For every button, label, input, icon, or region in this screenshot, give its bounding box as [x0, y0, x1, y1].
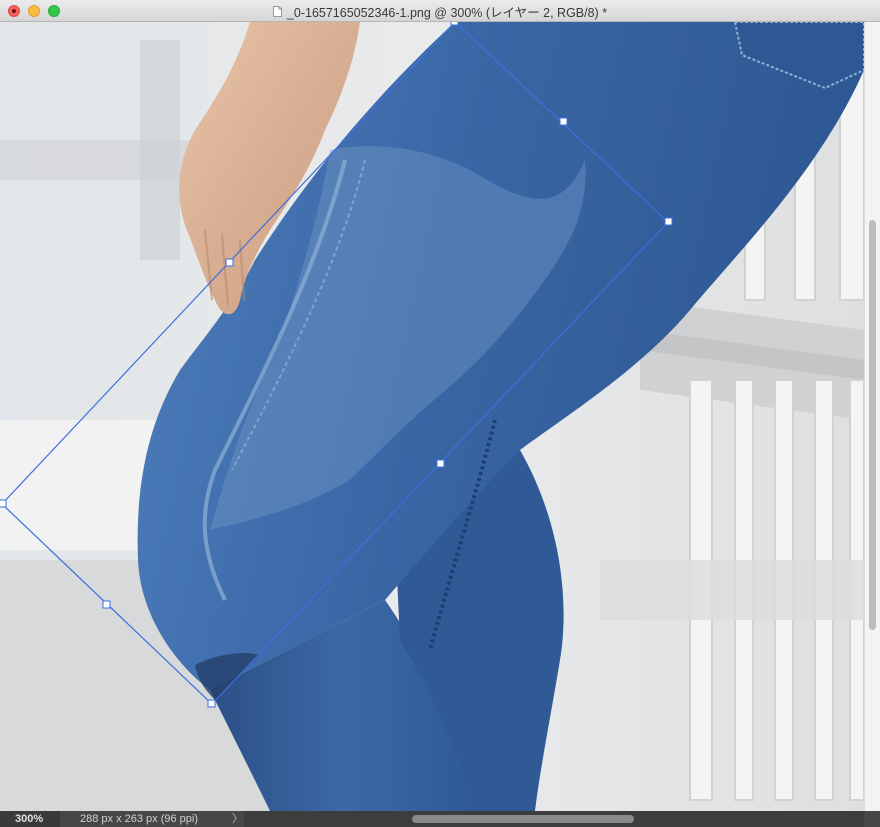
transform-handle-right[interactable]: [664, 217, 673, 226]
window-title: _0-1657165052346-1.png @ 300% (レイヤー 2, R…: [286, 5, 608, 20]
status-bar: 300% 288 px x 263 px (96 ppi) 〉: [0, 811, 880, 827]
photo-canvas[interactable]: [0, 22, 864, 811]
transform-handle-bottom-right-mid[interactable]: [436, 459, 445, 468]
transform-handle-bottom[interactable]: [207, 699, 216, 708]
horizontal-scroll-thumb[interactable]: [412, 815, 634, 823]
vertical-scroll-thumb[interactable]: [869, 220, 876, 630]
doc-icon: [272, 5, 282, 17]
transform-handle-top[interactable]: [450, 22, 459, 26]
transform-handle-top-left-mid[interactable]: [225, 258, 234, 267]
horizontal-scrollbar[interactable]: [244, 811, 864, 827]
zoom-level-field[interactable]: 300%: [0, 811, 60, 827]
scroll-corner: [864, 811, 880, 827]
window-title-wrap: _0-1657165052346-1.png @ 300% (レイヤー 2, R…: [0, 0, 880, 22]
document-info: 288 px x 263 px (96 ppi): [80, 813, 199, 825]
transform-handle-left[interactable]: [0, 499, 7, 508]
chevron-right-icon[interactable]: 〉: [232, 812, 243, 826]
zoom-level: 300%: [15, 813, 44, 825]
transform-handle-top-right-mid[interactable]: [559, 117, 568, 126]
transform-handle-bottom-left-mid[interactable]: [102, 600, 111, 609]
title-bar[interactable]: _0-1657165052346-1.png @ 300% (レイヤー 2, R…: [0, 0, 880, 22]
document-canvas[interactable]: [0, 22, 864, 811]
vertical-scrollbar[interactable]: [864, 22, 880, 811]
